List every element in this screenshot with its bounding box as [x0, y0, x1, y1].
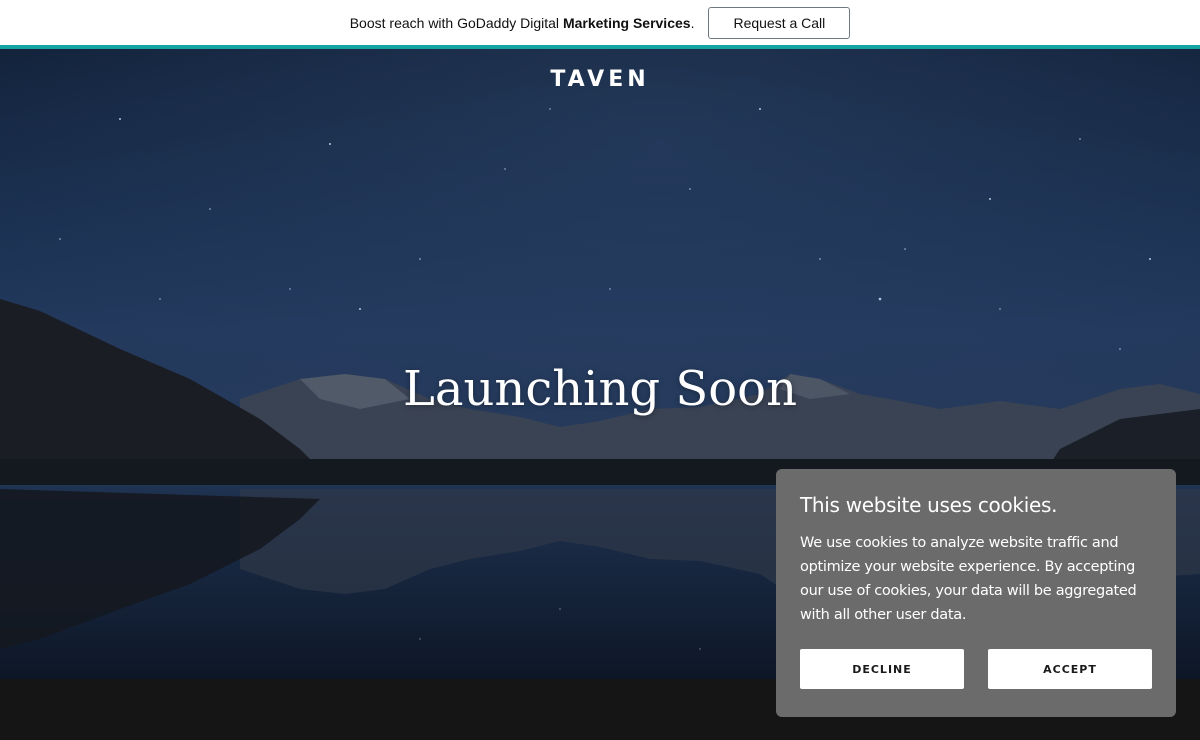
request-call-button[interactable]: Request a Call — [708, 6, 851, 39]
promo-text: Boost reach with GoDaddy Digital Marketi… — [350, 15, 695, 31]
promo-banner: Boost reach with GoDaddy Digital Marketi… — [0, 0, 1200, 45]
hero-headline: Launching Soon — [403, 361, 797, 417]
decline-button[interactable]: DECLINE — [800, 649, 964, 689]
promo-text-suffix: . — [690, 14, 695, 31]
accept-button[interactable]: ACCEPT — [988, 649, 1152, 689]
cookie-consent-panel: This website uses cookies. We use cookie… — [776, 469, 1176, 717]
cookie-body: We use cookies to analyze website traffi… — [800, 535, 1137, 623]
promo-text-prefix: Boost reach with GoDaddy Digital — [349, 14, 563, 31]
cookie-title: This website uses cookies. — [800, 493, 1058, 517]
cookie-buttons: DECLINE ACCEPT — [800, 649, 1152, 689]
promo-text-bold: Marketing Services — [562, 14, 691, 31]
site-logo[interactable]: TAVEN — [0, 67, 1200, 92]
